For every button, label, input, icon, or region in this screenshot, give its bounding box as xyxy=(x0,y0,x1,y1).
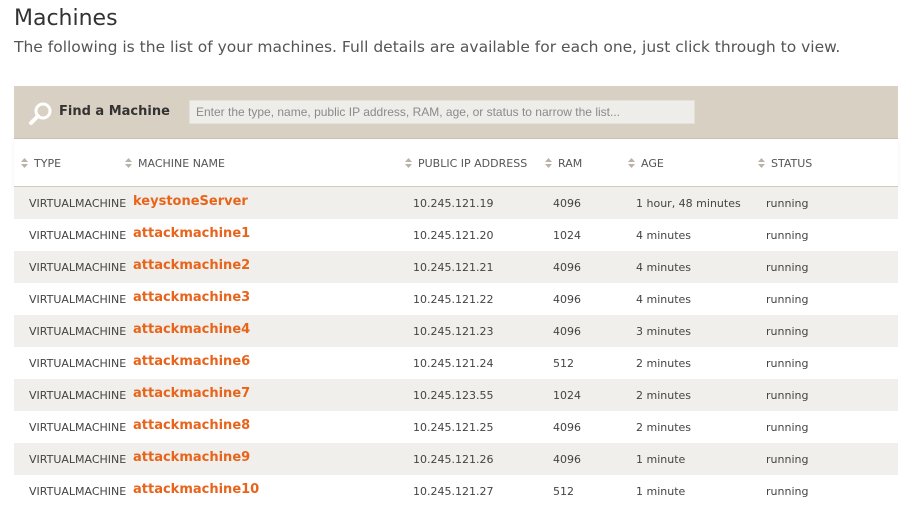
cell-ram: 4096 xyxy=(553,197,581,210)
machine-name-link[interactable]: keystoneServer xyxy=(133,194,248,209)
cell-status: running xyxy=(766,421,809,434)
machine-name-link[interactable]: attackmachine3 xyxy=(133,290,250,305)
page-subtitle: The following is the list of your machin… xyxy=(14,38,841,56)
machine-name-link[interactable]: attackmachine8 xyxy=(133,418,250,433)
cell-status: running xyxy=(766,485,809,498)
table-row: VIRTUALMACHINE keystoneServer 10.245.121… xyxy=(14,187,898,219)
column-header-label: PUBLIC IP ADDRESS xyxy=(418,157,528,170)
cell-age: 2 minutes xyxy=(636,357,692,370)
table-header: TYPE MACHINE NAME PUBLIC IP ADDRESS RAM … xyxy=(14,140,898,187)
column-header-age[interactable]: AGE xyxy=(628,157,664,170)
cell-type: VIRTUALMACHINE xyxy=(29,389,127,402)
cell-ram: 4096 xyxy=(553,293,581,306)
table-row: VIRTUALMACHINE attackmachine7 10.245.123… xyxy=(14,379,898,411)
table-row: VIRTUALMACHINE attackmachine1 10.245.121… xyxy=(14,219,898,251)
cell-type: VIRTUALMACHINE xyxy=(29,325,127,338)
column-header-status[interactable]: STATUS xyxy=(758,157,812,170)
cell-public-ip: 10.245.121.19 xyxy=(413,197,494,210)
cell-ram: 1024 xyxy=(553,229,581,242)
cell-status: running xyxy=(766,325,809,338)
cell-age: 4 minutes xyxy=(636,293,692,306)
cell-age: 1 minute xyxy=(636,485,686,498)
column-header-label: RAM xyxy=(558,157,583,170)
cell-ram: 512 xyxy=(553,357,574,370)
cell-type: VIRTUALMACHINE xyxy=(29,197,127,210)
cell-public-ip: 10.245.121.25 xyxy=(413,421,494,434)
table-row: VIRTUALMACHINE attackmachine8 10.245.121… xyxy=(14,411,898,443)
table-row: VIRTUALMACHINE attackmachine6 10.245.121… xyxy=(14,347,898,379)
cell-ram: 512 xyxy=(553,485,574,498)
cell-status: running xyxy=(766,229,809,242)
column-header-label: STATUS xyxy=(771,157,813,170)
cell-age: 3 minutes xyxy=(636,325,692,338)
cell-public-ip: 10.245.121.26 xyxy=(413,453,494,466)
column-header-type[interactable]: TYPE xyxy=(21,157,61,170)
cell-public-ip: 10.245.121.21 xyxy=(413,261,494,274)
cell-type: VIRTUALMACHINE xyxy=(29,261,127,274)
sort-icon xyxy=(628,158,635,168)
cell-public-ip: 10.245.121.27 xyxy=(413,485,494,498)
cell-ram: 4096 xyxy=(553,421,581,434)
machine-name-link[interactable]: attackmachine2 xyxy=(133,258,250,273)
cell-ram: 1024 xyxy=(553,389,581,402)
cell-status: running xyxy=(766,197,809,210)
column-header-label: MACHINE NAME xyxy=(138,157,225,170)
search-label: Find a Machine xyxy=(59,104,170,119)
cell-public-ip: 10.245.121.20 xyxy=(413,229,494,242)
cell-age: 2 minutes xyxy=(636,389,692,402)
page-title: Machines xyxy=(14,6,118,31)
cell-status: running xyxy=(766,261,809,274)
machine-name-link[interactable]: attackmachine4 xyxy=(133,322,250,337)
table-row: VIRTUALMACHINE attackmachine10 10.245.12… xyxy=(14,475,898,507)
machine-name-link[interactable]: attackmachine9 xyxy=(133,450,250,465)
sort-icon xyxy=(125,158,132,168)
cell-public-ip: 10.245.121.22 xyxy=(413,293,494,306)
search-icon xyxy=(28,101,54,127)
cell-type: VIRTUALMACHINE xyxy=(29,453,127,466)
column-header-public-ip[interactable]: PUBLIC IP ADDRESS xyxy=(405,157,527,170)
cell-type: VIRTUALMACHINE xyxy=(29,293,127,306)
cell-age: 1 minute xyxy=(636,453,686,466)
cell-public-ip: 10.245.121.23 xyxy=(413,325,494,338)
sort-icon xyxy=(758,158,765,168)
machine-name-link[interactable]: attackmachine1 xyxy=(133,226,250,241)
machine-name-link[interactable]: attackmachine7 xyxy=(133,386,250,401)
cell-status: running xyxy=(766,293,809,306)
cell-type: VIRTUALMACHINE xyxy=(29,421,127,434)
cell-ram: 4096 xyxy=(553,261,581,274)
cell-age: 4 minutes xyxy=(636,229,692,242)
sort-icon xyxy=(405,158,412,168)
cell-ram: 4096 xyxy=(553,453,581,466)
cell-age: 1 hour, 48 minutes xyxy=(636,197,741,210)
sort-icon xyxy=(545,158,552,168)
machines-table: TYPE MACHINE NAME PUBLIC IP ADDRESS RAM … xyxy=(14,140,898,507)
table-row: VIRTUALMACHINE attackmachine2 10.245.121… xyxy=(14,251,898,283)
cell-status: running xyxy=(766,389,809,402)
cell-public-ip: 10.245.123.55 xyxy=(413,389,494,402)
column-header-label: TYPE xyxy=(34,157,62,170)
table-row: VIRTUALMACHINE attackmachine4 10.245.121… xyxy=(14,315,898,347)
column-header-ram[interactable]: RAM xyxy=(545,157,582,170)
cell-age: 4 minutes xyxy=(636,261,692,274)
cell-status: running xyxy=(766,357,809,370)
table-row: VIRTUALMACHINE attackmachine9 10.245.121… xyxy=(14,443,898,475)
cell-type: VIRTUALMACHINE xyxy=(29,485,127,498)
column-header-machine-name[interactable]: MACHINE NAME xyxy=(125,157,225,170)
machine-name-link[interactable]: attackmachine10 xyxy=(133,482,259,497)
cell-type: VIRTUALMACHINE xyxy=(29,229,127,242)
table-row: VIRTUALMACHINE attackmachine3 10.245.121… xyxy=(14,283,898,315)
cell-status: running xyxy=(766,453,809,466)
cell-ram: 4096 xyxy=(553,325,581,338)
cell-age: 2 minutes xyxy=(636,421,692,434)
machine-name-link[interactable]: attackmachine6 xyxy=(133,354,250,369)
column-header-label: AGE xyxy=(641,157,664,170)
cell-type: VIRTUALMACHINE xyxy=(29,357,127,370)
search-bar: Find a Machine xyxy=(14,86,898,139)
search-input[interactable] xyxy=(189,100,695,124)
sort-icon xyxy=(21,158,28,168)
cell-public-ip: 10.245.121.24 xyxy=(413,357,494,370)
